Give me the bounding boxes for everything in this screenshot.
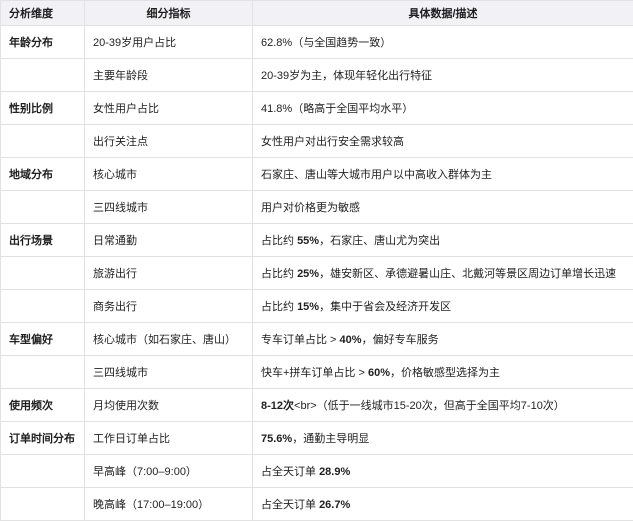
description-cell: 占全天订单 26.7% — [253, 488, 633, 521]
metric-cell: 出行关注点 — [85, 125, 253, 158]
description-text: 用户对价格更为敏感 — [261, 202, 360, 214]
description-highlight: 60% — [368, 367, 390, 379]
description-cell: 占比约 25%，雄安新区、承德避暑山庄、北戴河等景区周边订单增长迅速 — [253, 257, 633, 290]
description-text: <br>（低于一线城市15-20次，但高于全国平均7-10次） — [294, 400, 565, 412]
description-highlight: 8-12次 — [261, 400, 294, 412]
dimension-cell — [1, 455, 85, 488]
description-highlight: 25% — [297, 268, 319, 280]
table-row: 出行关注点女性用户对出行安全需求较高 — [1, 125, 633, 158]
table-header-row: 分析维度 细分指标 具体数据/描述 — [1, 1, 633, 26]
metric-cell: 月均使用次数 — [85, 389, 253, 422]
metric-cell: 旅游出行 — [85, 257, 253, 290]
description-highlight: 15% — [297, 301, 319, 313]
metric-cell: 20-39岁用户占比 — [85, 26, 253, 59]
description-highlight: 55% — [297, 235, 319, 247]
table-row: 使用频次月均使用次数8-12次<br>（低于一线城市15-20次，但高于全国平均… — [1, 389, 633, 422]
description-cell: 专车订单占比 > 40%，偏好专车服务 — [253, 323, 633, 356]
dimension-cell — [1, 290, 85, 323]
table-row: 旅游出行占比约 25%，雄安新区、承德避暑山庄、北戴河等景区周边订单增长迅速 — [1, 257, 633, 290]
dimension-cell: 年龄分布 — [1, 26, 85, 59]
description-text: 女性用户对出行安全需求较高 — [261, 136, 404, 148]
table-row: 性别比例女性用户占比 41.8%（略高于全国平均水平） — [1, 92, 633, 125]
metric-cell: 晚高峰（17:00–19:00） — [85, 488, 253, 521]
description-text: 占比约 — [261, 235, 297, 247]
dimension-cell: 出行场景 — [1, 224, 85, 257]
table-row: 主要年龄段 20-39岁为主，体现年轻化出行特征 — [1, 59, 633, 92]
metric-cell: 三四线城市 — [85, 191, 253, 224]
description-text: ，通勤主导明显 — [292, 433, 369, 445]
table-row: 三四线城市快车+拼车订单占比 > 60%，价格敏感型选择为主 — [1, 356, 633, 389]
description-text: 62.8%（与全国趋势一致） — [261, 37, 391, 49]
description-text: 占全天订单 — [261, 466, 319, 478]
table-row: 年龄分布20-39岁用户占比 62.8%（与全国趋势一致） — [1, 26, 633, 59]
table-row: 晚高峰（17:00–19:00）占全天订单 26.7% — [1, 488, 633, 521]
description-text: 41.8%（略高于全国平均水平） — [261, 103, 413, 115]
table-row: 地域分布核心城市石家庄、唐山等大城市用户以中高收入群体为主 — [1, 158, 633, 191]
dimension-cell — [1, 488, 85, 521]
metric-cell: 早高峰（7:00–9:00） — [85, 455, 253, 488]
description-text: 占全天订单 — [261, 499, 319, 511]
dimension-cell — [1, 125, 85, 158]
description-cell: 用户对价格更为敏感 — [253, 191, 633, 224]
description-text: ，偏好专车服务 — [362, 334, 439, 346]
metric-cell: 核心城市（如石家庄、唐山） — [85, 323, 253, 356]
description-text: 20-39岁为主，体现年轻化出行特征 — [261, 70, 432, 82]
metric-cell: 女性用户占比 — [85, 92, 253, 125]
dimension-cell: 使用频次 — [1, 389, 85, 422]
description-cell: 女性用户对出行安全需求较高 — [253, 125, 633, 158]
metric-cell: 核心城市 — [85, 158, 253, 191]
description-cell: 8-12次<br>（低于一线城市15-20次，但高于全国平均7-10次） — [253, 389, 633, 422]
dimension-cell — [1, 59, 85, 92]
header-metric: 细分指标 — [85, 1, 253, 26]
table-row: 商务出行占比约 15%，集中于省会及经济开发区 — [1, 290, 633, 323]
description-cell: 快车+拼车订单占比 > 60%，价格敏感型选择为主 — [253, 356, 633, 389]
description-text: ，集中于省会及经济开发区 — [319, 301, 451, 313]
dimension-cell: 车型偏好 — [1, 323, 85, 356]
description-highlight: 26.7% — [319, 499, 350, 511]
dimension-cell — [1, 191, 85, 224]
description-text: ，石家庄、唐山尤为突出 — [319, 235, 440, 247]
description-cell: 占比约 15%，集中于省会及经济开发区 — [253, 290, 633, 323]
description-cell: 62.8%（与全国趋势一致） — [253, 26, 633, 59]
table-row: 早高峰（7:00–9:00）占全天订单 28.9% — [1, 455, 633, 488]
description-text: 快车+拼车订单占比 > — [261, 367, 368, 379]
description-text: ，价格敏感型选择为主 — [390, 367, 500, 379]
dimension-cell — [1, 257, 85, 290]
description-cell: 75.6%，通勤主导明显 — [253, 422, 633, 455]
description-highlight: 28.9% — [319, 466, 350, 478]
metric-cell: 工作日订单占比 — [85, 422, 253, 455]
table-row: 三四线城市用户对价格更为敏感 — [1, 191, 633, 224]
header-dimension: 分析维度 — [1, 1, 85, 26]
header-description: 具体数据/描述 — [253, 1, 633, 26]
description-cell: 占全天订单 28.9% — [253, 455, 633, 488]
description-highlight: 75.6% — [261, 433, 292, 445]
description-text: 占比约 — [261, 268, 297, 280]
description-cell: 石家庄、唐山等大城市用户以中高收入群体为主 — [253, 158, 633, 191]
metric-cell: 日常通勤 — [85, 224, 253, 257]
description-text: 专车订单占比 > — [261, 334, 340, 346]
dimension-cell: 订单时间分布 — [1, 422, 85, 455]
description-text: 石家庄、唐山等大城市用户以中高收入群体为主 — [261, 169, 492, 181]
metric-cell: 商务出行 — [85, 290, 253, 323]
table-row: 订单时间分布工作日订单占比75.6%，通勤主导明显 — [1, 422, 633, 455]
description-cell: 20-39岁为主，体现年轻化出行特征 — [253, 59, 633, 92]
table-row: 出行场景日常通勤占比约 55%，石家庄、唐山尤为突出 — [1, 224, 633, 257]
metric-cell: 三四线城市 — [85, 356, 253, 389]
description-text: 占比约 — [261, 301, 297, 313]
dimension-cell — [1, 356, 85, 389]
metric-cell: 主要年龄段 — [85, 59, 253, 92]
description-highlight: 40% — [340, 334, 362, 346]
description-cell: 41.8%（略高于全国平均水平） — [253, 92, 633, 125]
description-text: ，雄安新区、承德避暑山庄、北戴河等景区周边订单增长迅速 — [319, 268, 616, 280]
table-row: 车型偏好核心城市（如石家庄、唐山）专车订单占比 > 40%，偏好专车服务 — [1, 323, 633, 356]
user-profile-table: 分析维度 细分指标 具体数据/描述 年龄分布20-39岁用户占比 62.8%（与全… — [0, 0, 633, 521]
description-cell: 占比约 55%，石家庄、唐山尤为突出 — [253, 224, 633, 257]
dimension-cell: 性别比例 — [1, 92, 85, 125]
table-body: 年龄分布20-39岁用户占比 62.8%（与全国趋势一致） 主要年龄段 20-39岁为… — [1, 26, 633, 521]
dimension-cell: 地域分布 — [1, 158, 85, 191]
